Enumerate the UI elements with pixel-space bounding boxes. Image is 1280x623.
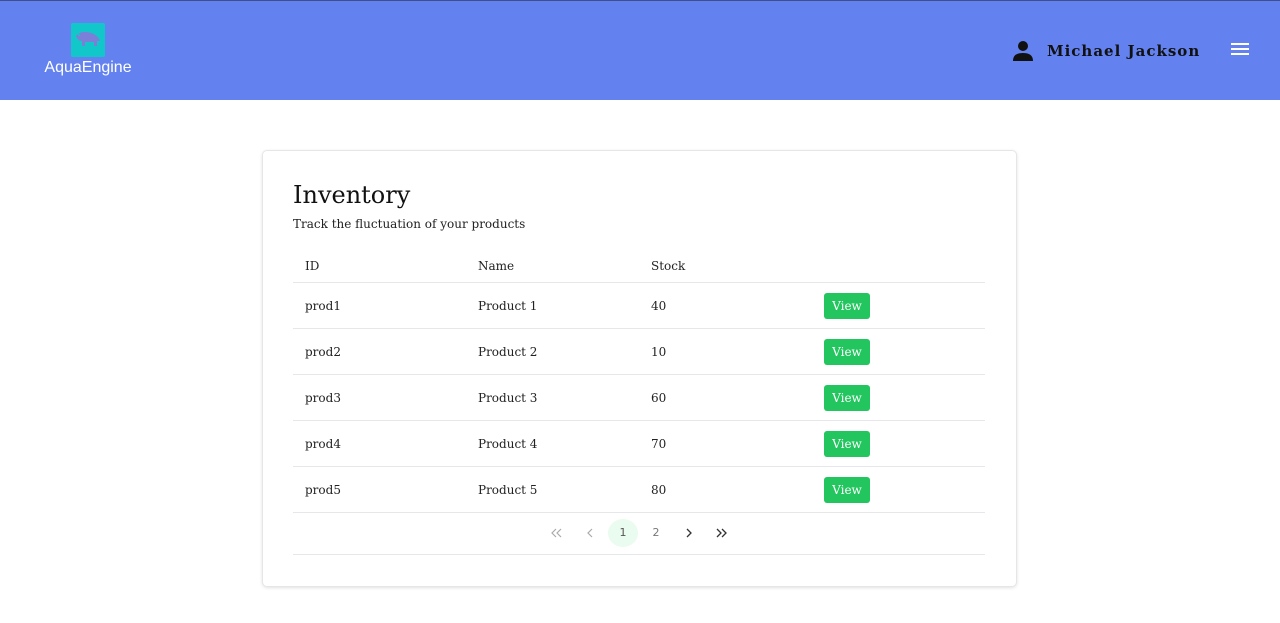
table-row: prod3 Product 3 60 View [293, 375, 985, 421]
table-row: prod5 Product 5 80 View [293, 467, 985, 513]
table-row: prod2 Product 2 10 View [293, 329, 985, 375]
product-name: Product 3 [478, 390, 538, 405]
product-id: prod1 [305, 298, 341, 313]
previous-page-icon[interactable] [575, 519, 605, 547]
view-button[interactable]: View [824, 338, 870, 365]
product-name: Product 2 [478, 344, 538, 359]
page-1-button[interactable]: 1 [608, 519, 638, 547]
product-name: Product 1 [478, 298, 538, 313]
table-row: prod4 Product 4 70 View [293, 421, 985, 467]
first-page-icon[interactable] [542, 519, 572, 547]
product-stock: 80 [651, 482, 667, 497]
product-id: prod2 [305, 344, 341, 359]
top-navbar: AquaEngine Michael Jackson [0, 0, 1280, 100]
next-page-icon[interactable] [674, 519, 704, 547]
column-header-id: ID [305, 258, 320, 273]
product-stock: 70 [651, 436, 667, 451]
inventory-table: ID Name Stock prod1 Product 1 40 View pr… [293, 249, 985, 513]
product-stock: 60 [651, 390, 667, 405]
user-icon [1012, 40, 1034, 62]
table-row: prod1 Product 1 40 View [293, 283, 985, 329]
product-stock: 40 [651, 298, 667, 313]
column-header-stock: Stock [651, 258, 686, 273]
product-id: prod4 [305, 436, 341, 451]
hamburger-menu-icon[interactable] [1229, 40, 1251, 60]
table-header: ID Name Stock [293, 249, 985, 283]
logo-text: AquaEngine [44, 59, 132, 76]
view-button[interactable]: View [824, 476, 870, 503]
page-2-button[interactable]: 2 [641, 519, 671, 547]
page-title: Inventory [293, 181, 411, 209]
user-name: Michael Jackson [1047, 42, 1201, 60]
pagination: 1 2 [293, 511, 985, 555]
product-stock: 10 [651, 344, 667, 359]
logo-icon [71, 23, 105, 57]
view-button[interactable]: View [824, 430, 870, 457]
product-name: Product 4 [478, 436, 538, 451]
product-id: prod3 [305, 390, 341, 405]
view-button[interactable]: View [824, 384, 870, 411]
product-id: prod5 [305, 482, 341, 497]
column-header-name: Name [478, 258, 515, 273]
view-button[interactable]: View [824, 292, 870, 319]
inventory-card: Inventory Track the fluctuation of your … [263, 151, 1016, 586]
app-logo[interactable]: AquaEngine [42, 23, 134, 79]
user-profile[interactable]: Michael Jackson [1012, 39, 1200, 63]
last-page-icon[interactable] [706, 519, 736, 547]
page-subtitle: Track the fluctuation of your products [293, 217, 526, 231]
product-name: Product 5 [478, 482, 538, 497]
